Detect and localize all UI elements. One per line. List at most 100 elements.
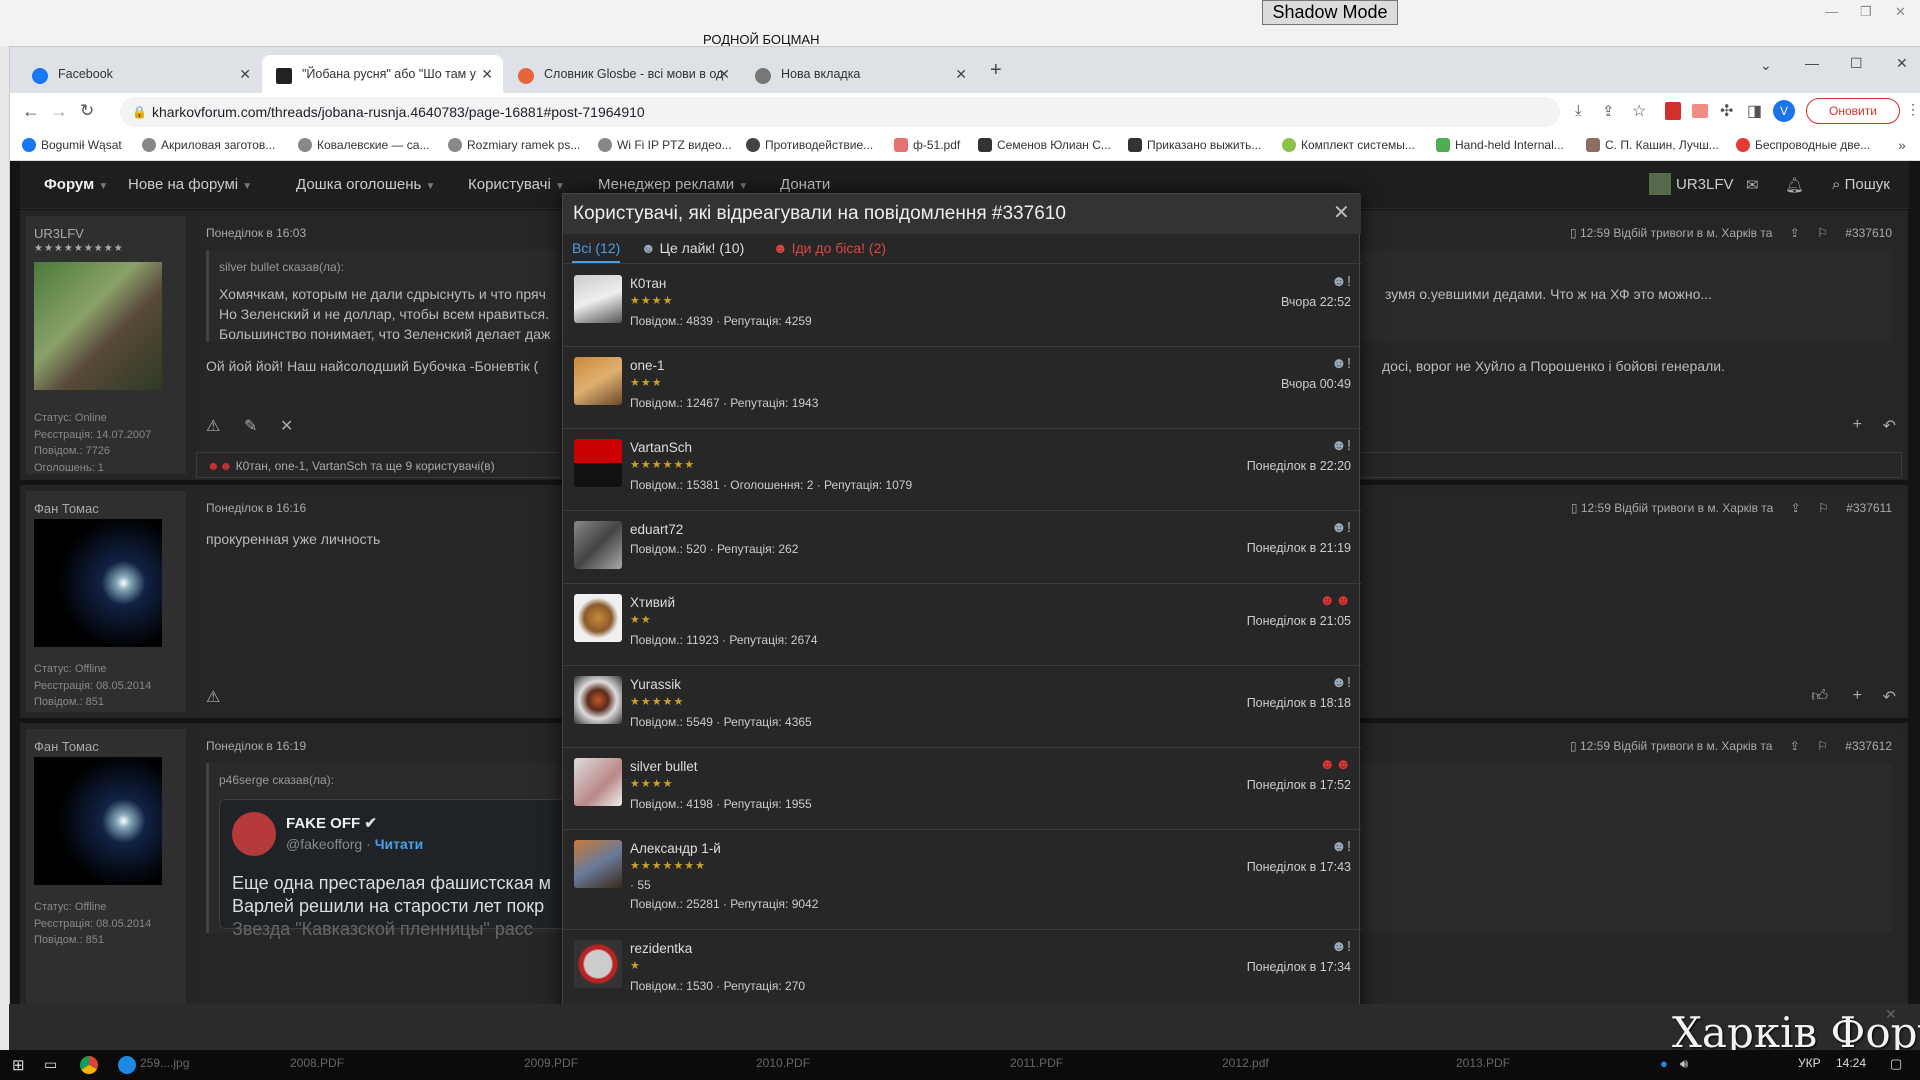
close-tab-icon[interactable]: ✕ (481, 66, 493, 83)
list-item[interactable]: silver bullet ★★★★ Повідом.: 4198 · Репу… (563, 748, 1361, 830)
bookmark-item[interactable]: Акриловая заготов... (142, 138, 275, 152)
close-tab-icon[interactable]: ✕ (718, 66, 730, 83)
app-taskbar-icon[interactable] (118, 1056, 136, 1074)
close-tab-icon[interactable]: ✕ (239, 66, 251, 83)
add-icon[interactable]: + (1853, 416, 1862, 434)
close-icon[interactable]: ✕ (1333, 200, 1350, 225)
author-avatar[interactable] (34, 757, 162, 885)
user-avatar[interactable] (574, 357, 622, 405)
list-item[interactable]: one-1 ★★★ Повідом.: 12467 · Репутація: 1… (563, 347, 1361, 429)
side-panel-icon[interactable]: ◨ (1747, 101, 1762, 121)
user-name[interactable]: VartanSch (630, 440, 692, 455)
bookmark-item[interactable]: Противодействие... (746, 138, 873, 152)
search-link[interactable]: ⌕ Пошук (1832, 176, 1890, 193)
download-item[interactable]: 2011.PDF (1010, 1056, 1063, 1070)
close-tab-icon[interactable]: ✕ (955, 66, 967, 83)
quote-author[interactable]: p46serge сказав(ла): (219, 773, 334, 787)
bookmark-item[interactable]: Bogumił Wąsat (22, 138, 122, 152)
inbox-icon[interactable]: ✉ (1746, 176, 1759, 194)
address-bar[interactable]: 🔒 kharkovforum.com/threads/jobana-rusnja… (120, 97, 1560, 127)
back-icon[interactable]: ← (22, 101, 40, 122)
post-date[interactable]: Понеділок в 16:19 (206, 739, 306, 753)
download-item[interactable]: 2008.PDF (290, 1056, 344, 1070)
add-icon[interactable]: + (1853, 687, 1862, 705)
task-view-icon[interactable]: ▭ (44, 1056, 57, 1073)
close-window-icon[interactable]: ✕ (1896, 55, 1908, 72)
windows-start-icon[interactable]: ⊞ (12, 1056, 25, 1074)
nav-forum[interactable]: Форум ▼ (44, 176, 108, 193)
edit-icon[interactable]: ✎ (244, 416, 257, 436)
author-avatar[interactable] (34, 262, 162, 390)
list-item[interactable]: Александр 1-й ★★★★★★★ · 55 Повідом.: 252… (563, 830, 1361, 930)
list-item[interactable]: VartanSch ★★★★★★ Повідом.: 15381 · Оголо… (563, 429, 1361, 511)
more-bookmarks-icon[interactable]: » (1898, 137, 1906, 153)
install-icon[interactable]: ⤓ (1575, 102, 1582, 119)
list-item[interactable]: Хтивий ★★ Повідом.: 11923 · Репутація: 2… (563, 584, 1361, 666)
volume-icon[interactable]: 🔊︎ (1680, 1056, 1688, 1072)
bookmark-icon[interactable]: ⚐ (1817, 739, 1828, 753)
new-tab-icon[interactable]: + (990, 59, 1002, 82)
download-item[interactable]: 2013.PDF (1456, 1056, 1510, 1070)
author-avatar[interactable] (34, 519, 162, 647)
share-icon[interactable]: ⇪ (1790, 226, 1800, 240)
download-item[interactable]: 2012.pdf (1222, 1056, 1269, 1070)
tab-facebook[interactable]: Facebook ✕ (18, 55, 261, 93)
post-date[interactable]: Понеділок в 16:16 (206, 501, 306, 515)
download-item[interactable]: 2010.PDF (756, 1056, 810, 1070)
bookmark-item[interactable]: Wi Fi IP PTZ видео... (598, 138, 732, 152)
post-number[interactable]: #337610 (1845, 226, 1892, 240)
post-number[interactable]: #337611 (1846, 501, 1892, 515)
pdf-extension-icon[interactable] (1665, 102, 1681, 120)
user-avatar[interactable] (574, 758, 622, 806)
bookmark-icon[interactable]: ⚐ (1818, 501, 1829, 515)
tab-new[interactable]: Нова вкладка ✕ (741, 55, 977, 93)
bookmark-item[interactable]: Семенов Юлиан С... (978, 138, 1111, 152)
share-icon[interactable]: ⇪ (1602, 102, 1615, 120)
tab-all[interactable]: Всі (12) (572, 240, 621, 263)
user-name[interactable]: rezidentka (630, 941, 692, 956)
update-button[interactable]: Оновити (1806, 98, 1900, 124)
list-item[interactable]: eduart72 Повідом.: 520 · Репутація: 262 … (563, 511, 1361, 584)
share-icon[interactable]: ⇪ (1790, 739, 1800, 753)
user-name[interactable]: Хтивий (630, 595, 675, 610)
tweet-read-link[interactable]: Читати (375, 836, 424, 852)
puzzle-icon[interactable]: ✣ (1720, 101, 1733, 121)
tweet-embed[interactable]: FAKE OFF ✔ @fakeofforg · Читати Еще одна… (219, 799, 619, 939)
reply-icon[interactable]: ↶ (1883, 687, 1896, 707)
user-avatar[interactable] (574, 940, 622, 988)
minimize-icon[interactable]: — (1805, 55, 1819, 71)
bookmark-item[interactable]: Rozmiary ramek ps... (448, 138, 580, 152)
reload-icon[interactable]: ↻ (80, 101, 94, 121)
bell-icon[interactable]: 🔔︎ (1785, 176, 1804, 194)
like-icon[interactable]: 👍︎ (1811, 687, 1828, 706)
list-item[interactable]: К0тан ★★★★ Повідом.: 4839 · Репутація: 4… (563, 265, 1361, 347)
chrome-taskbar-icon[interactable] (80, 1056, 98, 1074)
download-item[interactable]: 2009.PDF (524, 1056, 578, 1070)
language-indicator[interactable]: УКР (1798, 1056, 1821, 1070)
tab-forum[interactable]: "Йобана русня" або "Шо там у ✕ (262, 55, 503, 93)
list-item[interactable]: rezidentka ★ Повідом.: 1530 · Репутація:… (563, 930, 1361, 1012)
bookmark-item[interactable]: Комплект системы... (1282, 138, 1415, 152)
user-name[interactable]: Yurassik (630, 677, 681, 692)
tab-devil[interactable]: ☻ Іди до біса! (2) (773, 240, 886, 256)
profile-avatar[interactable]: V (1773, 100, 1795, 122)
user-avatar[interactable] (574, 840, 622, 888)
user-avatar[interactable] (574, 275, 622, 323)
reply-icon[interactable]: ↶ (1883, 416, 1896, 436)
author-name[interactable]: UR3LFV (34, 226, 84, 241)
notifications-icon[interactable]: ▢ (1890, 1056, 1902, 1072)
user-name[interactable]: Александр 1-й (630, 841, 721, 856)
user-avatar[interactable] (574, 594, 622, 642)
user-avatar[interactable] (574, 676, 622, 724)
author-name[interactable]: Фан Томас (34, 501, 99, 516)
user-avatar[interactable] (574, 439, 622, 487)
nav-new[interactable]: Нове на форумі ▼ (128, 176, 252, 193)
nav-users[interactable]: Користувачі ▼ (468, 176, 565, 193)
forward-icon[interactable]: → (50, 101, 68, 122)
user-avatar[interactable] (574, 521, 622, 569)
post-date[interactable]: Понеділок в 16:03 (206, 226, 306, 240)
bookmark-star-icon[interactable]: ☆ (1632, 101, 1646, 121)
menu-icon[interactable]: ⋮ (1906, 101, 1920, 118)
bookmark-item[interactable]: ф-51.pdf (894, 138, 960, 152)
clock[interactable]: 14:24 (1836, 1056, 1866, 1070)
